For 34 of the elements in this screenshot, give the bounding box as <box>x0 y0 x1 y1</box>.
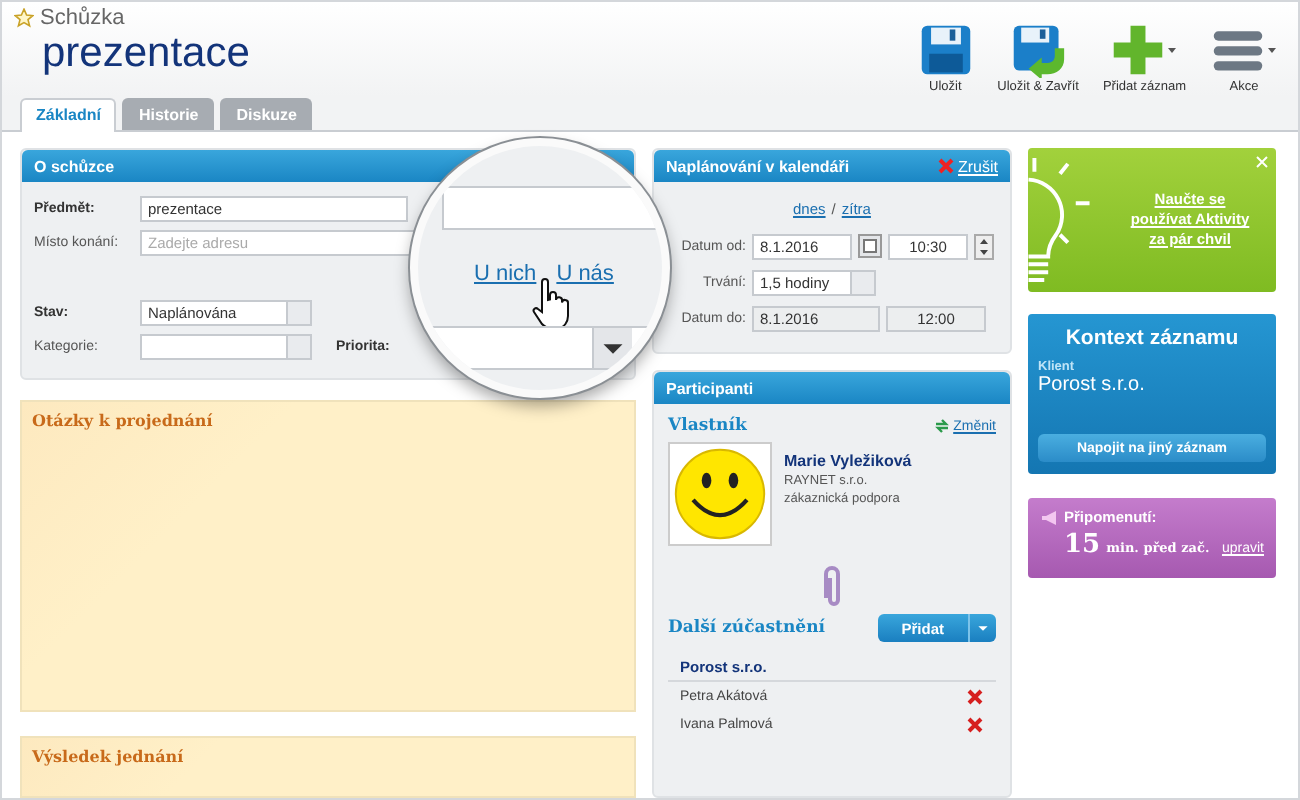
panel-header: Naplánování v kalendáři <box>666 157 850 175</box>
tab[interactable]: Základní <box>20 98 117 132</box>
location-link[interactable]: U nás <box>556 262 614 286</box>
section-heading: Vlastník <box>668 416 747 436</box>
card-title: Kontext záznamu <box>1063 326 1241 350</box>
star-icon[interactable] <box>14 8 34 28</box>
remove-icon[interactable] <box>966 716 984 734</box>
cancel-link[interactable]: Zrušit <box>958 157 998 175</box>
swap-icon <box>933 418 950 434</box>
notes-heading: Otázky k projednání <box>32 410 213 430</box>
location-link[interactable]: U nich <box>474 262 537 286</box>
plus-icon <box>1110 22 1167 78</box>
close-icon[interactable] <box>1256 156 1268 168</box>
hand-cursor-icon <box>530 278 574 330</box>
spinner-icon[interactable] <box>974 233 994 259</box>
close-icon <box>938 158 954 174</box>
record-title: prezentace <box>42 30 250 78</box>
floppy-disk-arrow-icon <box>1010 22 1067 78</box>
category-select[interactable] <box>140 333 312 359</box>
notes-heading: Výsledek jednání <box>32 746 184 766</box>
smiley-avatar <box>668 442 772 546</box>
record-type: Schůzka <box>40 6 125 30</box>
owner-name: Marie Vyležiková <box>784 452 912 470</box>
notes-area[interactable]: Otázky k projednání <box>20 400 636 712</box>
section-heading: Další zúčastnění <box>668 618 825 638</box>
calendar-icon[interactable] <box>858 234 882 258</box>
panel-header: Participanti <box>654 372 1010 404</box>
notes-area[interactable]: Výsledek jednání <box>20 736 636 798</box>
remove-icon[interactable] <box>966 688 984 706</box>
megaphone-icon <box>1040 509 1058 525</box>
reminder-amount: 15 <box>1064 530 1101 560</box>
light-bulb-drawing <box>1028 156 1092 282</box>
paperclip-icon <box>820 562 844 610</box>
client-name: Porost s.r.o. <box>1038 374 1147 396</box>
